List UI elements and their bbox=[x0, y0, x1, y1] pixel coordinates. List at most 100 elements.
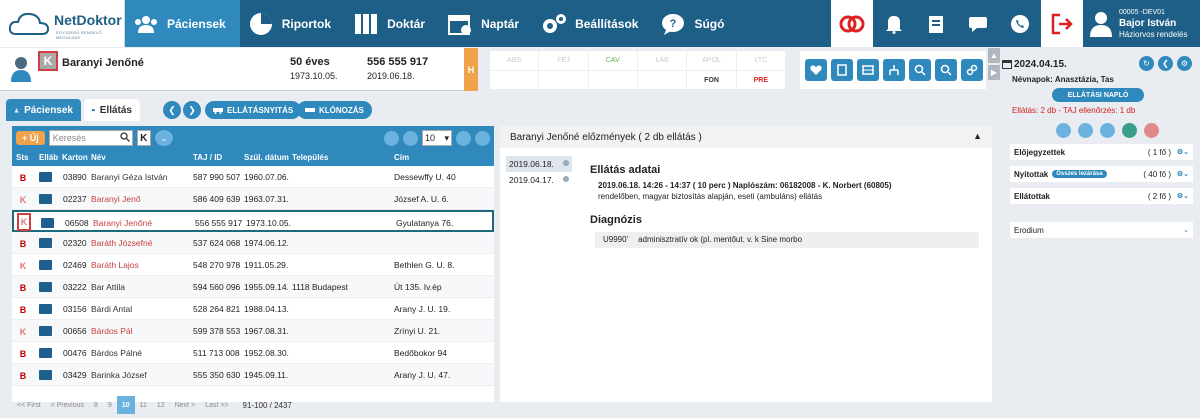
page-prev[interactable]: < Previous bbox=[46, 396, 89, 414]
h-button[interactable]: H bbox=[464, 48, 478, 91]
folder-icon[interactable] bbox=[39, 172, 52, 182]
folder-icon[interactable] bbox=[39, 326, 52, 336]
col-ellat[interactable]: Elláb bbox=[39, 153, 58, 162]
col-taj[interactable]: TAJ / ID bbox=[193, 153, 222, 162]
phone-button[interactable] bbox=[999, 0, 1041, 47]
nav-calendar[interactable]: Naptár bbox=[439, 0, 533, 47]
next-button[interactable]: ❯ bbox=[183, 101, 201, 119]
user-info[interactable]: 00005 -DEV01 Bajor István Háziorvos rend… bbox=[1083, 0, 1200, 47]
col-karton[interactable]: Karton bbox=[62, 153, 88, 162]
page-12[interactable]: 12 bbox=[152, 396, 170, 414]
zoom-out-icon[interactable] bbox=[403, 130, 418, 146]
heart-button[interactable] bbox=[805, 59, 827, 81]
folder-icon[interactable] bbox=[39, 370, 52, 380]
call-icon[interactable] bbox=[1122, 123, 1137, 138]
booked-panel[interactable]: Előjegyzettek ( 1 fő ) ⚙⌄ bbox=[1010, 144, 1193, 160]
lab-cell[interactable]: PRE bbox=[736, 71, 786, 91]
zoom-in-icon[interactable] bbox=[384, 130, 399, 146]
filter-icon[interactable] bbox=[456, 130, 471, 146]
lab-cell[interactable]: ÁPOL bbox=[687, 51, 737, 71]
page-8[interactable]: 8 bbox=[89, 396, 103, 414]
page-last[interactable]: Last >> bbox=[200, 396, 233, 414]
folder-icon[interactable] bbox=[39, 348, 52, 358]
care-log-button[interactable]: ELLÁTÁSI NAPLÓ bbox=[1052, 88, 1144, 102]
link-button[interactable] bbox=[961, 59, 983, 81]
new-patient-button[interactable]: + Új bbox=[16, 131, 45, 145]
lab-cell[interactable]: FON bbox=[687, 71, 737, 91]
lab-cell[interactable]: CAV bbox=[588, 51, 638, 71]
logo[interactable]: NetDoktor EGYSZERŰ RENDELŐ MEGOLDÁS bbox=[0, 0, 125, 47]
page-9[interactable]: 9 bbox=[103, 396, 117, 414]
chevron-down-icon[interactable]: ⌄ bbox=[154, 130, 173, 146]
col-sts[interactable]: Sts bbox=[16, 153, 28, 162]
table-row[interactable]: K 02469 Baráth Lajos 548 270 978 1911.05… bbox=[12, 254, 494, 276]
tree-button[interactable] bbox=[883, 59, 905, 81]
chevron-up-icon[interactable]: ▲ bbox=[973, 131, 982, 141]
microphone-icon[interactable] bbox=[1056, 123, 1071, 138]
table-row[interactable]: B 03156 Bárdi Antal 528 264 821 1988.04.… bbox=[12, 298, 494, 320]
gear-chevron-icon[interactable]: ⚙⌄ bbox=[1177, 148, 1189, 156]
tab-patients[interactable]: Páciensek bbox=[6, 99, 81, 121]
gear-chevron-icon[interactable]: ⚙⌄ bbox=[1177, 192, 1189, 200]
hangup-icon[interactable] bbox=[1144, 123, 1159, 138]
prescriptions-button[interactable] bbox=[915, 0, 957, 47]
lab-cell[interactable]: FEJ bbox=[539, 51, 589, 71]
lab-cell[interactable] bbox=[539, 71, 589, 91]
nav-reports[interactable]: Riportok bbox=[240, 0, 345, 47]
card-button[interactable] bbox=[831, 59, 853, 81]
table-button[interactable] bbox=[857, 59, 879, 81]
col-cim[interactable]: Cím bbox=[394, 153, 409, 162]
history-date-item[interactable]: 2019.06.18. bbox=[506, 156, 572, 172]
logout-button[interactable] bbox=[1041, 0, 1083, 47]
zoom-button[interactable] bbox=[935, 59, 957, 81]
chevron-left-icon[interactable]: ❮ bbox=[1158, 56, 1173, 71]
prev-button[interactable]: ❮ bbox=[163, 101, 181, 119]
ee-logo-button[interactable] bbox=[831, 0, 873, 47]
lab-cell[interactable] bbox=[490, 71, 540, 91]
col-szul[interactable]: Szül. dátum bbox=[244, 153, 289, 162]
nav-patients[interactable]: Páciensek bbox=[125, 0, 240, 47]
search-input[interactable]: Keresés bbox=[48, 130, 133, 146]
table-row[interactable]: B 02320 Baráth Józsefné 537 624 068 1974… bbox=[12, 232, 494, 254]
open-panel[interactable]: Nyitottak Összes lezárása ( 40 fő ) ⚙⌄ bbox=[1010, 166, 1193, 182]
page-next[interactable]: Next > bbox=[170, 396, 200, 414]
patient-name[interactable]: Baranyi Jenőné bbox=[62, 57, 144, 69]
video-icon[interactable] bbox=[1078, 123, 1093, 138]
messages-button[interactable] bbox=[957, 0, 999, 47]
page-10-current[interactable]: 10 bbox=[116, 396, 135, 414]
nav-doktar[interactable]: Doktár bbox=[345, 0, 439, 47]
treated-panel[interactable]: Ellátottak ( 2 fő ) ⚙⌄ bbox=[1010, 188, 1193, 204]
history-date-item[interactable]: 2019.04.17. bbox=[506, 172, 572, 188]
nav-settings[interactable]: Beállítások bbox=[533, 0, 652, 47]
page-size-select[interactable]: 10 ▾ bbox=[422, 130, 452, 146]
refresh-icon[interactable]: ↻ bbox=[1139, 56, 1154, 71]
clone-button[interactable]: KLÓNOZÁS bbox=[297, 101, 372, 119]
folder-icon[interactable] bbox=[41, 218, 54, 228]
gear-icon[interactable]: ⚙ bbox=[1177, 56, 1192, 71]
erodium-panel[interactable]: Erodium ⌄ bbox=[1010, 222, 1193, 238]
history-title-bar[interactable]: Baranyi Jenőné előzmények ( 2 db ellátás… bbox=[500, 126, 992, 148]
folder-icon[interactable] bbox=[39, 304, 52, 314]
page-first[interactable]: << First bbox=[12, 396, 46, 414]
open-care-button[interactable]: ELLÁTÁSNYITÁS bbox=[205, 101, 302, 119]
expand-icon[interactable] bbox=[1100, 123, 1115, 138]
folder-icon[interactable] bbox=[39, 238, 52, 248]
notifications-button[interactable] bbox=[873, 0, 915, 47]
folder-icon[interactable] bbox=[39, 194, 52, 204]
table-row-selected[interactable]: K 06508 Baranyi Jenőné 556 555 917 1973.… bbox=[12, 210, 494, 232]
table-row[interactable]: B 00476 Bárdos Pálné 511 713 008 1952.08… bbox=[12, 342, 494, 364]
folder-icon[interactable] bbox=[39, 282, 52, 292]
close-all-button[interactable]: Összes lezárása bbox=[1052, 170, 1107, 178]
gear-chevron-icon[interactable]: ⚙⌄ bbox=[1177, 170, 1189, 178]
filter-k-toggle[interactable]: K bbox=[136, 130, 151, 146]
lab-cell[interactable]: LTC bbox=[736, 51, 786, 71]
col-nev[interactable]: Név bbox=[91, 153, 106, 162]
lab-cell[interactable]: LÁB bbox=[637, 51, 688, 71]
diagnosis-row[interactable]: U9990' adminisztratív ok (pl. mentőut. v… bbox=[595, 232, 979, 248]
lab-cell[interactable] bbox=[637, 71, 688, 91]
settings-icon[interactable] bbox=[475, 130, 490, 146]
table-row[interactable]: B 03890 Baranyi Géza István 587 990 507 … bbox=[12, 166, 494, 188]
lab-cell[interactable] bbox=[588, 71, 638, 91]
chevron-down-icon[interactable]: ⌄ bbox=[1183, 226, 1189, 234]
col-telep[interactable]: Település bbox=[292, 153, 328, 162]
